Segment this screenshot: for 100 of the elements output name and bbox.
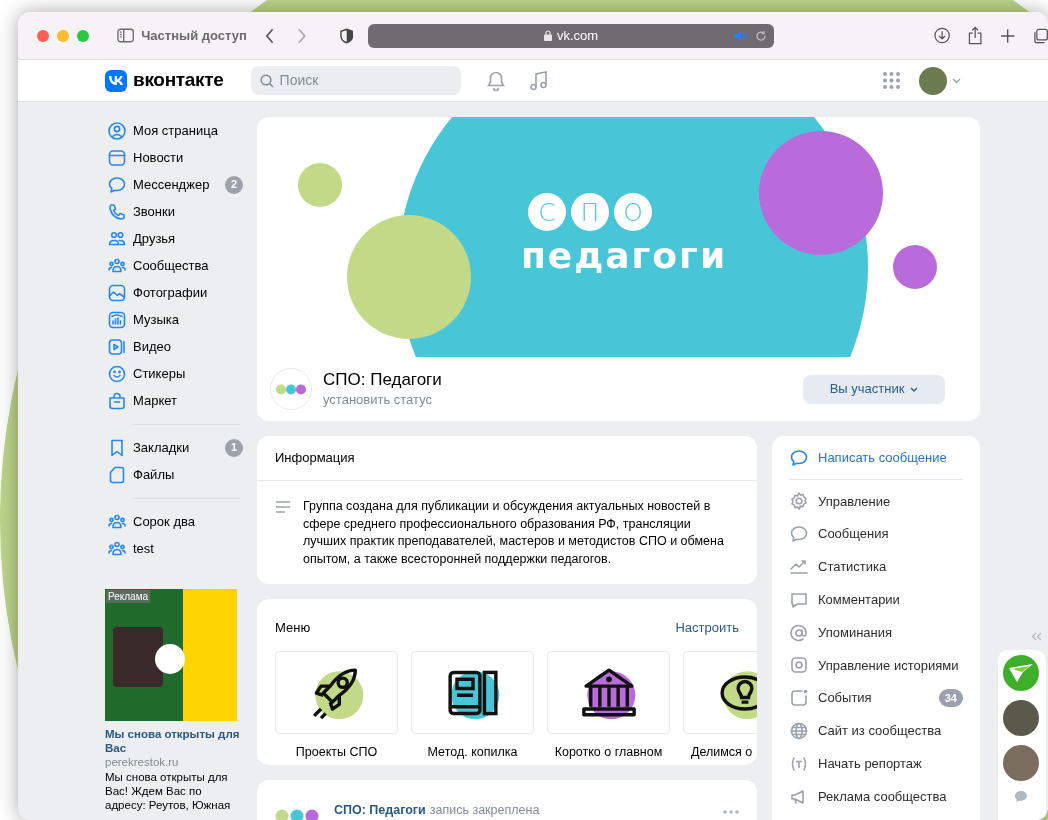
nav-link[interactable]: Файлы: [105, 461, 245, 488]
url-text: vk.com: [556, 26, 599, 45]
nav-link[interactable]: Звонки: [105, 198, 245, 225]
configure-link[interactable]: Настроить: [675, 617, 739, 637]
post-author-avatar-drawing: [275, 809, 319, 820]
nav-link[interactable]: Стикеры: [105, 360, 245, 387]
action-link[interactable]: Сообщения: [789, 517, 963, 551]
menu-title: Меню: [275, 618, 311, 637]
action-link[interactable]: Управление историями: [789, 649, 963, 682]
action-link[interactable]: Управление: [789, 485, 963, 518]
ad-text: Мы снова открыты для Вас! Ждем Вас по адресу: Реутов, Южная: [105, 770, 232, 812]
nav-link[interactable]: Моя страница: [105, 117, 245, 144]
chat-bubble-icon: [107, 174, 127, 195]
ad-label: Реклама: [106, 590, 151, 603]
nav-link[interactable]: Музыка: [105, 306, 245, 333]
chat-bubble-icon: [789, 524, 809, 545]
group-description: Группа создана для публикации и обсуждения актуальных новостей в сфере среднего профессионального образования РФ, трансляции лучших практик преподавателей, мастеров и методистов СПО и обмена опытом, а также всесторонней поддержки педагогов.: [303, 498, 725, 568]
trend-chart-icon: [789, 557, 809, 577]
action-link[interactable]: События 34: [789, 681, 963, 715]
membership-button[interactable]: Вы участник: [803, 374, 945, 404]
minimize-window-icon[interactable]: [57, 29, 69, 42]
globe-icon: [789, 720, 809, 741]
video-icon: [107, 336, 127, 357]
photo-icon: [107, 282, 127, 303]
cover-letter: П: [580, 198, 600, 227]
reload-icon[interactable]: [754, 29, 767, 42]
bell-icon[interactable]: [486, 70, 505, 91]
user-avatar[interactable]: [918, 66, 947, 95]
write-message-link[interactable]: Написать сообщение: [789, 436, 963, 480]
at-sign-icon: [789, 622, 809, 643]
action-link[interactable]: Реклама сообщества: [789, 780, 963, 813]
action-link[interactable]: Статистика: [789, 550, 963, 584]
more-options-icon[interactable]: [723, 810, 739, 814]
chat-bubble-icon[interactable]: [1014, 790, 1028, 803]
search-icon: [259, 73, 274, 88]
nav-link[interactable]: Закладки 1: [105, 434, 245, 461]
ad-title-link[interactable]: Мы снова открыты для Вас: [105, 727, 245, 755]
apps-grid-icon[interactable]: [882, 72, 900, 89]
cover-letter: С: [538, 198, 556, 227]
pinned-note: запись закреплена: [429, 802, 540, 819]
description-icon: [275, 501, 291, 513]
vk-logo-icon[interactable]: [105, 69, 127, 92]
collapse-icon[interactable]: [1031, 632, 1042, 641]
counter-badge: 2: [225, 175, 243, 194]
lock-icon: [543, 30, 552, 41]
ad-banner-drawing[interactable]: [105, 589, 237, 721]
tabs-overview-icon[interactable]: [1032, 27, 1048, 44]
chevron-down-icon[interactable]: [951, 77, 961, 84]
share-icon[interactable]: [967, 26, 983, 45]
chat-avatar[interactable]: [1003, 700, 1039, 736]
sidebar-icon[interactable]: [117, 28, 135, 43]
chat-avatar[interactable]: [1003, 745, 1039, 781]
nav-link[interactable]: test: [105, 535, 245, 562]
music-icon: [107, 309, 127, 330]
group-name: СПО: Педагоги: [323, 369, 442, 391]
phone-icon: [107, 201, 127, 222]
address-bar[interactable]: vk.com: [368, 23, 774, 48]
nav-link[interactable]: Видео: [105, 333, 245, 360]
ad-domain: perekrestok.ru: [105, 755, 180, 770]
close-window-icon[interactable]: [37, 29, 49, 42]
search-input: Поиск: [279, 70, 440, 91]
news-icon: [107, 147, 127, 168]
stories-icon: [789, 655, 809, 676]
maximize-window-icon[interactable]: [77, 29, 89, 42]
shopping-bag-icon: [107, 390, 127, 411]
action-link[interactable]: Упоминания: [789, 616, 963, 649]
nav-link[interactable]: Мессенджер 2: [105, 171, 245, 198]
action-link[interactable]: Начать репортаж: [789, 747, 963, 781]
shield-icon[interactable]: [339, 27, 354, 44]
nav-link[interactable]: Маркет: [105, 387, 245, 414]
nav-link[interactable]: Друзья: [105, 225, 245, 252]
music-icon[interactable]: [529, 70, 548, 91]
community-logo-icon[interactable]: [1003, 655, 1039, 691]
gear-icon: [789, 491, 809, 512]
action-link[interactable]: Сайт из сообщества: [789, 714, 963, 748]
nav-link[interactable]: Сорок два: [105, 508, 245, 535]
counter-badge: 1: [225, 438, 243, 457]
info-title: Информация: [275, 449, 355, 468]
profile-icon: [107, 120, 127, 141]
private-mode-label: Частный доступ: [141, 26, 247, 45]
set-status-link[interactable]: установить статус: [323, 391, 442, 409]
nav-link[interactable]: Новости: [105, 144, 245, 171]
chevron-down-icon: [910, 386, 919, 392]
cover-title: педагоги: [520, 235, 728, 276]
post-author-link[interactable]: СПО: Педагоги: [334, 801, 426, 820]
back-icon[interactable]: [264, 27, 275, 44]
group-avatar-drawing: [270, 368, 312, 410]
nav-link[interactable]: Фотографии: [105, 279, 245, 306]
logo-wordmark[interactable]: вконтакте: [133, 66, 224, 95]
file-icon: [107, 464, 127, 485]
event-icon: [789, 688, 809, 709]
download-icon[interactable]: [933, 27, 950, 44]
forward-icon[interactable]: [297, 27, 307, 44]
search-field[interactable]: Поиск: [250, 66, 461, 95]
chat-bubble-icon: [789, 447, 809, 468]
action-link[interactable]: Комментарии: [789, 583, 963, 617]
smiley-icon: [107, 363, 127, 384]
nav-link[interactable]: Сообщества: [105, 252, 245, 279]
cover-letter: О: [623, 198, 643, 227]
new-tab-icon[interactable]: [1001, 28, 1015, 43]
